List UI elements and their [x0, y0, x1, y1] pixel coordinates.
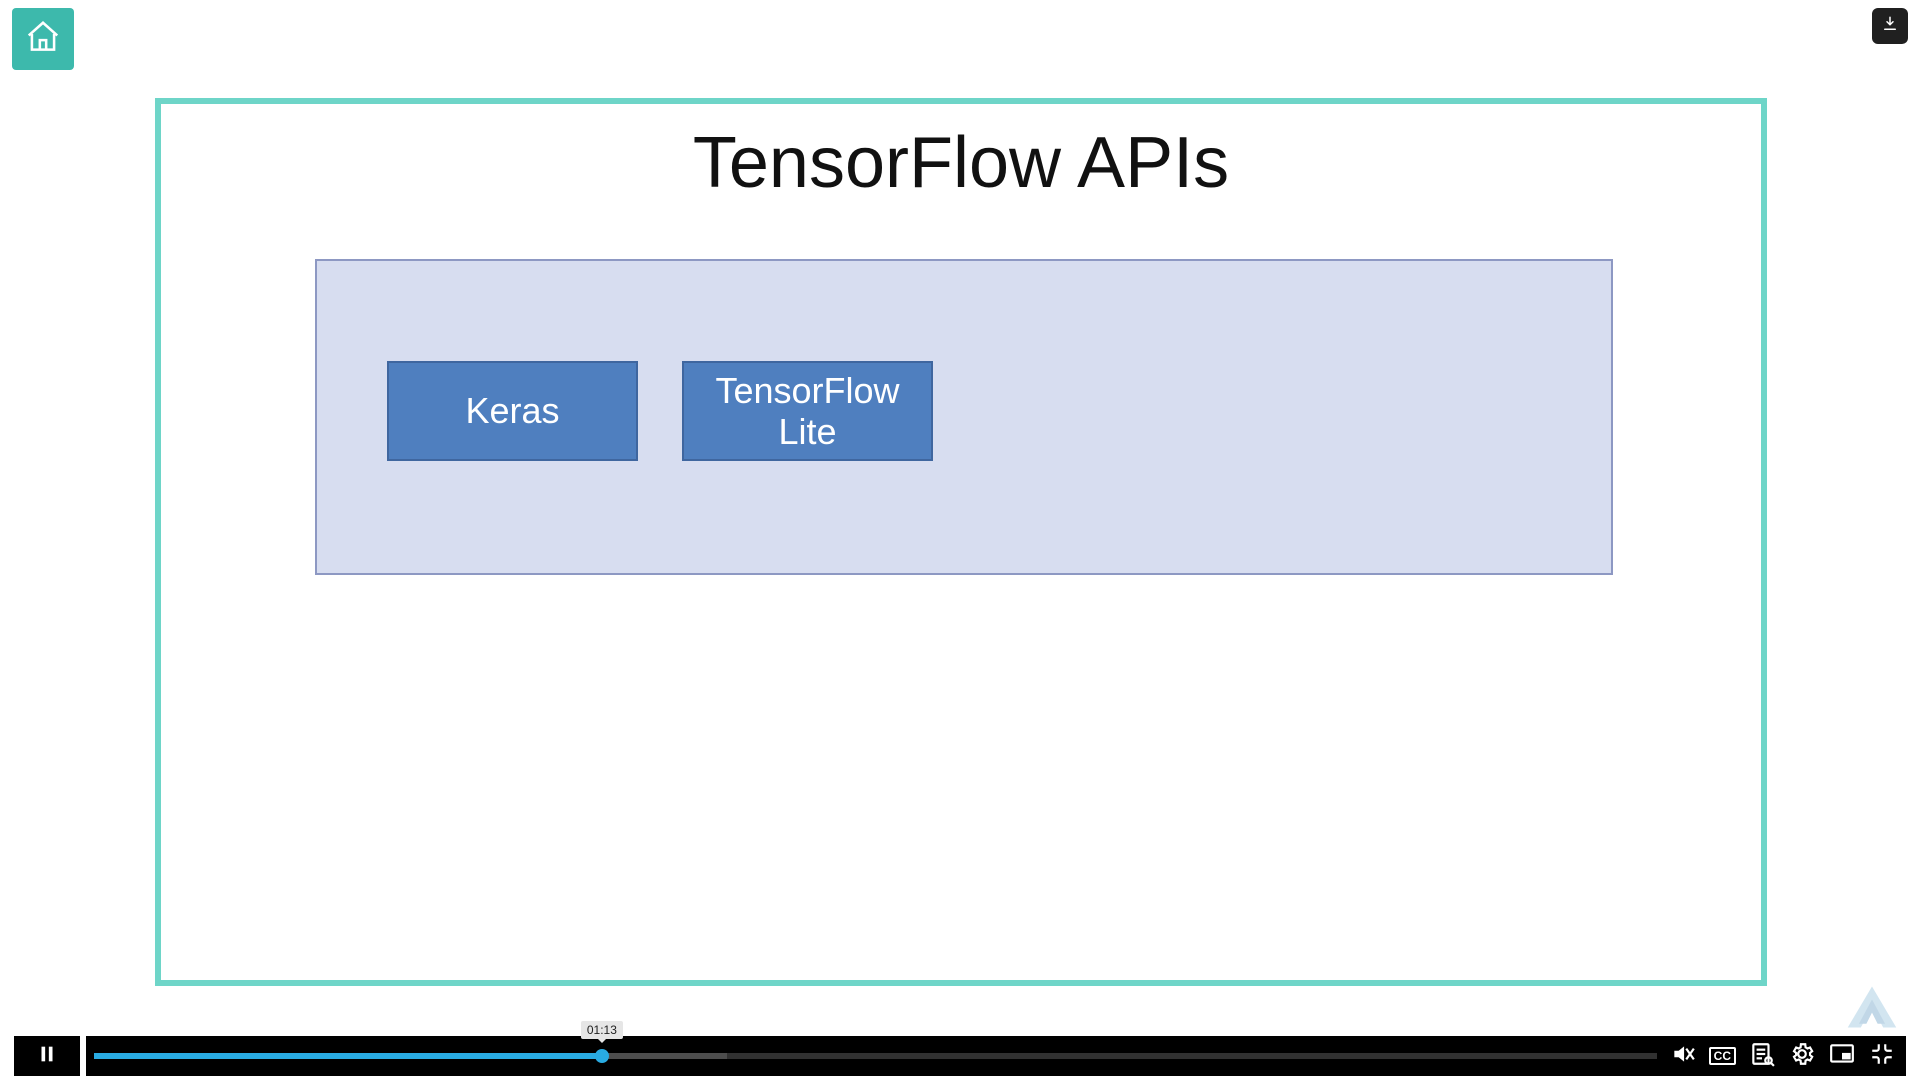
player-track-wrap: 01:13 CC [86, 1036, 1906, 1076]
watermark-logo [1844, 982, 1900, 1032]
slide-title: TensorFlow APIs [161, 122, 1761, 204]
time-tooltip-label: 01:13 [587, 1023, 617, 1037]
api-container: Keras TensorFlow Lite [315, 259, 1613, 575]
volume-muted-icon [1670, 1041, 1696, 1072]
scrub-handle[interactable] [595, 1049, 609, 1063]
seek-track[interactable]: 01:13 [94, 1053, 1657, 1059]
slide-frame: TensorFlow APIs Keras TensorFlow Lite [155, 98, 1767, 986]
api-box-tflite: TensorFlow Lite [682, 361, 933, 461]
download-icon [1881, 15, 1899, 38]
settings-button[interactable] [1788, 1042, 1816, 1070]
download-button[interactable] [1872, 8, 1908, 44]
pip-button[interactable] [1828, 1042, 1856, 1070]
volume-button[interactable] [1669, 1042, 1697, 1070]
fullscreen-exit-button[interactable] [1868, 1042, 1896, 1070]
cc-label: CC [1714, 1049, 1731, 1063]
pause-button[interactable] [14, 1036, 80, 1076]
pause-icon [36, 1043, 58, 1070]
time-tooltip: 01:13 [581, 1021, 623, 1039]
fullscreen-exit-icon [1869, 1041, 1895, 1072]
api-box-label: TensorFlow Lite [715, 370, 899, 453]
home-icon [24, 18, 62, 61]
captions-button[interactable]: CC [1709, 1047, 1736, 1065]
transcript-button[interactable] [1748, 1042, 1776, 1070]
player-controls-right: CC [1663, 1042, 1906, 1070]
gear-icon [1789, 1041, 1815, 1072]
api-box-keras: Keras [387, 361, 638, 461]
progress-bar [94, 1053, 602, 1059]
video-player-bar: 01:13 CC [0, 1032, 1920, 1080]
home-button[interactable] [12, 8, 74, 70]
pip-icon [1829, 1041, 1855, 1072]
api-box-label: Keras [465, 390, 559, 431]
transcript-icon [1749, 1041, 1775, 1072]
